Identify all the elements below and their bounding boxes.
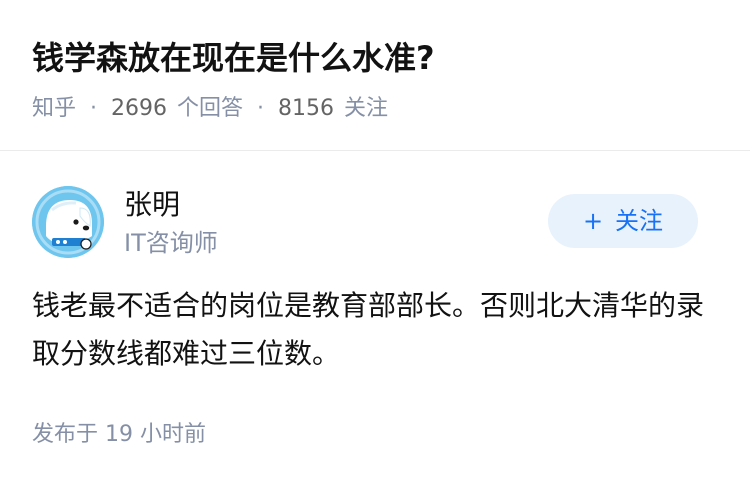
answer-time-prefix: 发布于 bbox=[32, 422, 99, 447]
meta-separator: · bbox=[257, 96, 265, 121]
follow-button[interactable]: + 关注 bbox=[548, 194, 698, 248]
follower-count: 8156 bbox=[278, 96, 335, 121]
meta-separator: · bbox=[90, 96, 98, 121]
author-headline: IT咨询师 bbox=[124, 229, 218, 257]
question-title[interactable]: 钱学森放在现在是什么水准? bbox=[32, 34, 435, 82]
cartoon-dog-avatar-icon bbox=[32, 186, 104, 258]
answer-time: 发布于 19 小时前 bbox=[32, 418, 206, 452]
answer-content[interactable]: 钱老最不适合的岗位是教育部部长。否则北大清华的录取分数线都难过三位数。 bbox=[32, 282, 722, 378]
plus-icon: + bbox=[582, 207, 604, 235]
source-label[interactable]: 知乎 bbox=[32, 92, 76, 126]
answer-count: 2696 bbox=[111, 96, 168, 121]
avatar[interactable] bbox=[32, 186, 104, 258]
answer-time-value: 19 小时前 bbox=[105, 422, 207, 447]
author-name[interactable]: 张明 bbox=[124, 186, 180, 224]
answer-count-label: 个回答 bbox=[177, 96, 244, 121]
answer-author: 张明 IT咨询师 + 关注 bbox=[32, 186, 718, 262]
follower-count-label: 关注 bbox=[344, 96, 389, 121]
question-meta: 知乎 · 2696 个回答 · 8156 关注 bbox=[32, 92, 388, 126]
question-header: 钱学森放在现在是什么水准? 知乎 · 2696 个回答 · 8156 关注 bbox=[0, 0, 750, 151]
follow-button-label: 关注 bbox=[615, 207, 664, 235]
